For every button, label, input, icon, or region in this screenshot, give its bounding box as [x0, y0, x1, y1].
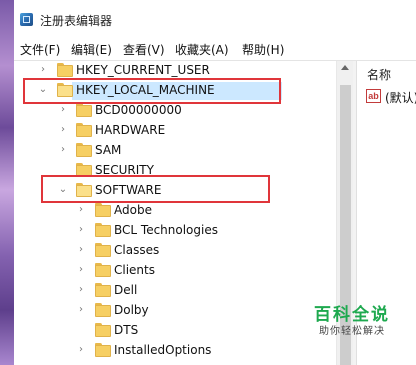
chevron-right-icon[interactable]: › [58, 125, 68, 135]
folder-icon [95, 203, 111, 217]
value-name: (默认) [385, 91, 416, 105]
tree-item-adobe[interactable]: › Adobe [14, 201, 336, 221]
desktop-background [0, 0, 14, 365]
regedit-app-icon [20, 13, 33, 26]
window-title: 注册表编辑器 [40, 14, 113, 28]
folder-icon [95, 323, 111, 337]
tree-item-classes[interactable]: › Classes [14, 241, 336, 261]
folder-icon [95, 343, 111, 357]
tree-item-dell[interactable]: › Dell [14, 281, 336, 301]
tree-item-label: Classes [114, 243, 160, 257]
watermark: 百科全说 助你轻松解决 [314, 300, 416, 340]
chevron-right-icon[interactable]: › [76, 305, 86, 315]
folder-icon [76, 123, 92, 137]
chevron-right-icon[interactable]: › [76, 245, 86, 255]
menu-view[interactable]: 查看(V) [123, 41, 165, 58]
chevron-right-icon[interactable]: › [58, 145, 68, 155]
folder-icon [95, 263, 111, 277]
tree-item-bcd00000000[interactable]: › BCD00000000 [14, 101, 336, 121]
tree-item-label: Dell [114, 283, 138, 297]
scroll-up-arrow-icon[interactable] [341, 65, 349, 70]
registry-tree: › HKEY_CURRENT_USER ⌄ HKEY_LOCAL_MACHINE… [14, 61, 336, 365]
tree-item-label: Adobe [114, 203, 152, 217]
tree-item-bcl-technologies[interactable]: › BCL Technologies [14, 221, 336, 241]
tree-item-label: InstalledOptions [114, 343, 212, 357]
annotation-box-hklm [23, 78, 281, 104]
string-value-icon: ab [366, 89, 381, 103]
folder-icon [76, 143, 92, 157]
tree-item-label: BCL Technologies [114, 223, 218, 237]
title-bar[interactable]: 注册表编辑器 [14, 0, 416, 38]
menu-favorites[interactable]: 收藏夹(A) [175, 41, 229, 58]
tree-item-label: SAM [95, 143, 122, 157]
registry-editor-window: 注册表编辑器 文件(F) 编辑(E) 查看(V) 收藏夹(A) 帮助(H) › … [14, 0, 416, 365]
tree-item-installedoptions[interactable]: › InstalledOptions [14, 341, 336, 361]
tree-item-hardware[interactable]: › HARDWARE [14, 121, 336, 141]
column-header-name[interactable]: 名称 [367, 66, 391, 83]
watermark-sub-text: 助你轻松解决 [319, 326, 385, 337]
menu-bar: 文件(F) 编辑(E) 查看(V) 收藏夹(A) 帮助(H) [14, 38, 416, 61]
folder-icon [95, 223, 111, 237]
menu-help[interactable]: 帮助(H) [242, 41, 284, 58]
chevron-right-icon[interactable]: › [76, 285, 86, 295]
chevron-right-icon[interactable]: › [38, 65, 48, 75]
tree-item-sam[interactable]: › SAM [14, 141, 336, 161]
folder-icon [95, 243, 111, 257]
chevron-right-icon[interactable]: › [76, 265, 86, 275]
tree-item-label: HKEY_CURRENT_USER [76, 63, 210, 77]
tree-item-label: HARDWARE [95, 123, 166, 137]
tree-item-dts[interactable]: DTS [14, 321, 336, 341]
menu-file[interactable]: 文件(F) [20, 41, 60, 58]
tree-item-clients[interactable]: › Clients [14, 261, 336, 281]
folder-icon [57, 63, 73, 77]
tree-item-label: DTS [114, 323, 139, 337]
chevron-right-icon[interactable]: › [58, 105, 68, 115]
annotation-box-software [41, 175, 270, 203]
menu-edit[interactable]: 编辑(E) [71, 41, 112, 58]
chevron-right-icon[interactable]: › [76, 225, 86, 235]
tree-item-dolby[interactable]: › Dolby [14, 301, 336, 321]
chevron-right-icon[interactable]: › [76, 205, 86, 215]
tree-item-label: BCD00000000 [95, 103, 182, 117]
tree-item-label: Dolby [114, 303, 149, 317]
folder-icon [76, 103, 92, 117]
folder-icon [95, 283, 111, 297]
tree-item-label: Clients [114, 263, 155, 277]
folder-icon [95, 303, 111, 317]
chevron-right-icon[interactable]: › [76, 345, 86, 355]
